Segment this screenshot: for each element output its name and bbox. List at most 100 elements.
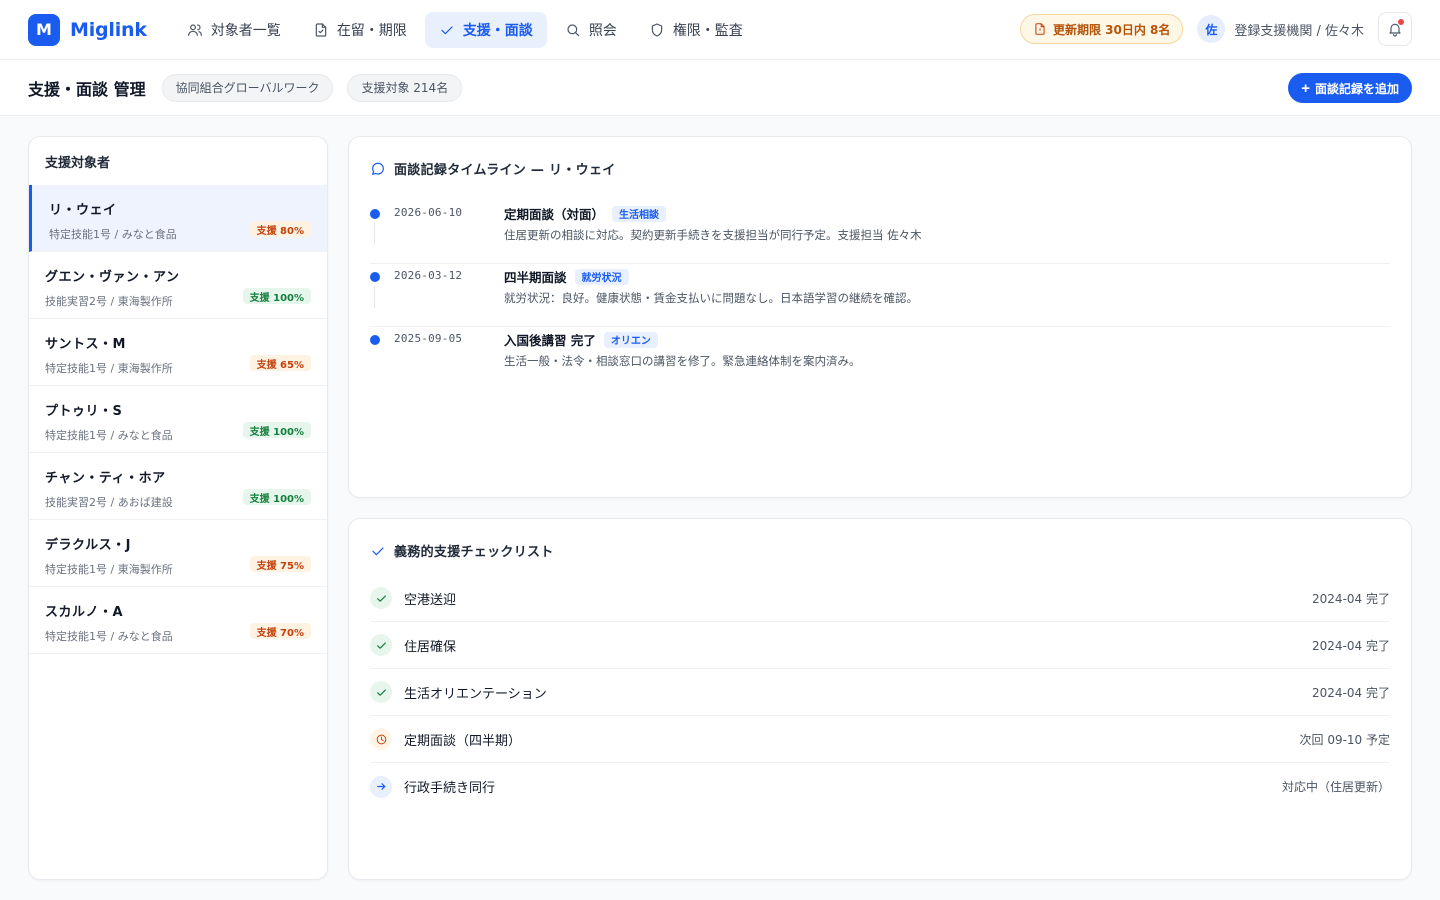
nav-label: 支援・面談 [462,22,533,39]
user-name: 登録支援機関 / 佐々木 [1234,23,1364,39]
timeline-dot [370,335,380,345]
timeline-date: 2026-06-10 [394,206,463,219]
list-item[interactable]: プトゥリ・S 特定技能1号 / みなと食品 支援 100% [29,386,327,453]
checklist-item[interactable]: 生活オリエンテーション 2024-04 完了 [370,669,1390,716]
support-progress-badge: 支援 70% [249,623,311,639]
checklist-item[interactable]: 空港送迎 2024-04 完了 [370,575,1390,622]
top-navigation-bar: M Miglink 対象者一覧 在留・期限 支援・面談 照会 権限・監査 更新期… [0,0,1440,60]
page-title: 支援・面談 管理 [28,79,146,99]
top-right-area: 更新期限 30日内 8名 佐 登録支援機関 / 佐々木 [1019,12,1412,46]
list-item[interactable]: グエン・ヴァン・アン 技能実習2号 / 東海製作所 支援 100% [29,252,327,319]
checklist-status: 2024-04 完了 [1312,638,1390,653]
checklist-item[interactable]: 行政手続き同行 対応中（住居更新） [370,763,1390,810]
clock-icon [370,728,392,750]
timeline-entry-title: 定期面談（対面） [504,207,605,222]
timeline-tag: 就労状況 [574,268,629,285]
checklist-label: 定期面談（四半期） [404,733,522,749]
expiry-alert-pill[interactable]: 更新期限 30日内 8名 [1019,14,1184,44]
timeline-date: 2025-09-05 [394,332,463,345]
nav-item-residence[interactable]: 在留・期限 [299,12,421,48]
timeline-title-row: 定期面談（対面） 生活相談 [504,204,667,223]
plus-icon: + [1301,79,1310,97]
timeline-entry[interactable]: 2025-09-05 入国後講習 完了 オリエン 生活一般・法令・相談窓口の講習… [370,327,1390,390]
timeline-entry[interactable]: 2026-03-12 四半期面談 就労状況 就労状況：良好。健康状態・賃金支払い… [370,264,1390,327]
notifications-button[interactable] [1378,12,1412,46]
timeline-entry[interactable]: 2026-06-10 定期面談（対面） 生活相談 住居更新の相談に対応。契約更新… [370,201,1390,264]
list-item[interactable]: チャン・ティ・ホア 技能実習2号 / あおば建設 支援 100% [29,453,327,520]
checklist-status: 次回 09-10 予定 [1299,732,1391,747]
panel-title: 支援対象者 [45,155,111,171]
person-name: サントス・M [45,337,126,352]
person-name: スカルノ・A [45,605,124,620]
support-progress-badge: 支援 100% [242,422,311,438]
main-content: 支援対象者 リ・ウェイ 特定技能1号 / みなと食品 支援 80% グエン・ヴァ… [0,116,1440,900]
nav-label: 照会 [588,22,617,39]
checklist-status: 対応中（住居更新） [1281,780,1390,794]
timeline-connector [374,286,375,308]
checklist: 空港送迎 2024-04 完了 住居確保 2024-04 完了 生活オリエンテー… [370,575,1390,810]
add-interview-record-button[interactable]: + 面談記録を追加 [1288,73,1412,103]
timeline-title-text: 面談記録タイムライン — リ・ウェイ [394,163,616,178]
mandatory-support-checklist-card: 義務的支援チェックリスト 空港送迎 2024-04 完了 住居確保 2024-0… [348,518,1412,880]
brand-logo-icon: M [28,13,60,46]
timeline-date: 2026-03-12 [394,269,463,282]
nav-item-targets[interactable]: 対象者一覧 [173,12,295,48]
shield-icon [651,22,663,37]
timeline-list: 2026-06-10 定期面談（対面） 生活相談 住居更新の相談に対応。契約更新… [370,201,1390,390]
nav-label: 権限・監査 [672,22,743,39]
timeline-title-row: 入国後講習 完了 オリエン [504,330,658,349]
checklist-title: 義務的支援チェックリスト [370,541,554,560]
list-item[interactable]: スカルノ・A 特定技能1号 / みなと食品 支援 70% [29,587,327,654]
check-icon [370,634,392,656]
main-nav: 対象者一覧 在留・期限 支援・面談 照会 権限・監査 [173,11,757,48]
person-name: プトゥリ・S [45,404,123,419]
timeline-tag: 生活相談 [612,205,667,222]
checklist-item[interactable]: 住居確保 2024-04 完了 [370,622,1390,669]
notification-dot [1398,19,1404,25]
list-item[interactable]: サントス・M 特定技能1号 / 東海製作所 支援 65% [29,319,327,386]
person-name: リ・ウェイ [49,203,117,218]
support-targets-list: リ・ウェイ 特定技能1号 / みなと食品 支援 80% グエン・ヴァン・アン 技… [29,185,327,654]
nav-label: 対象者一覧 [210,22,281,39]
user-menu[interactable]: 佐 登録支援機関 / 佐々木 [1197,15,1364,43]
nav-item-inquiry[interactable]: 照会 [551,12,631,48]
person-name: チャン・ティ・ホア [45,471,166,486]
timeline-entry-title: 入国後講習 完了 [504,333,596,348]
brand[interactable]: M Miglink [28,13,147,46]
nav-item-support[interactable]: 支援・面談 [424,11,547,48]
check-icon [370,587,392,609]
brand-name: Miglink [70,18,147,41]
page-header: 支援・面談 管理 協同組合グローバルワーク 支援対象 214名 + 面談記録を追… [0,60,1440,116]
checklist-label: 住居確保 [404,639,457,655]
support-targets-panel: 支援対象者 リ・ウェイ 特定技能1号 / みなと食品 支援 80% グエン・ヴァ… [28,136,328,880]
add-button-label: 面談記録を追加 [1314,81,1399,96]
check-icon [370,681,392,703]
timeline-dot [370,272,380,282]
timeline-description: 住居更新の相談に対応。契約更新手続きを支援担当が同行予定。支援担当 佐々木 [504,228,922,242]
timeline-entry-title: 四半期面談 [504,270,567,285]
person-name: グエン・ヴァン・アン [45,270,180,285]
checklist-status: 2024-04 完了 [1312,591,1390,606]
checklist-label: 生活オリエンテーション [404,686,547,702]
interview-timeline-card: 面談記録タイムライン — リ・ウェイ 2026-06-10 定期面談（対面） 生… [348,136,1412,498]
list-item[interactable]: デラクルス・J 特定技能1号 / 東海製作所 支援 75% [29,520,327,587]
checklist-label: 行政手続き同行 [404,781,496,796]
checklist-title-text: 義務的支援チェックリスト [394,545,554,560]
chat-bubble-icon [372,162,384,175]
expiry-alert-label: 更新期限 30日内 8名 [1052,22,1171,37]
checklist-status: 2024-04 完了 [1312,685,1390,700]
support-progress-badge: 支援 75% [249,556,311,572]
users-icon [187,23,202,36]
timeline-dot [370,209,380,219]
timeline-description: 就労状況：良好。健康状態・賃金支払いに問題なし。日本語学習の継続を確認。 [504,291,918,305]
timeline-title-row: 四半期面談 就労状況 [504,267,629,286]
person-name: デラクルス・J [45,538,131,553]
list-item[interactable]: リ・ウェイ 特定技能1号 / みなと食品 支援 80% [29,185,327,252]
nav-item-audit[interactable]: 権限・監査 [635,12,757,48]
timeline-title: 面談記録タイムライン — リ・ウェイ [370,159,616,178]
checklist-item[interactable]: 定期面談（四半期） 次回 09-10 予定 [370,716,1390,763]
support-count-chip: 支援対象 214名 [347,73,463,102]
timeline-connector [374,223,375,245]
document-alert-icon [1035,23,1045,35]
support-progress-badge: 支援 65% [249,355,311,371]
